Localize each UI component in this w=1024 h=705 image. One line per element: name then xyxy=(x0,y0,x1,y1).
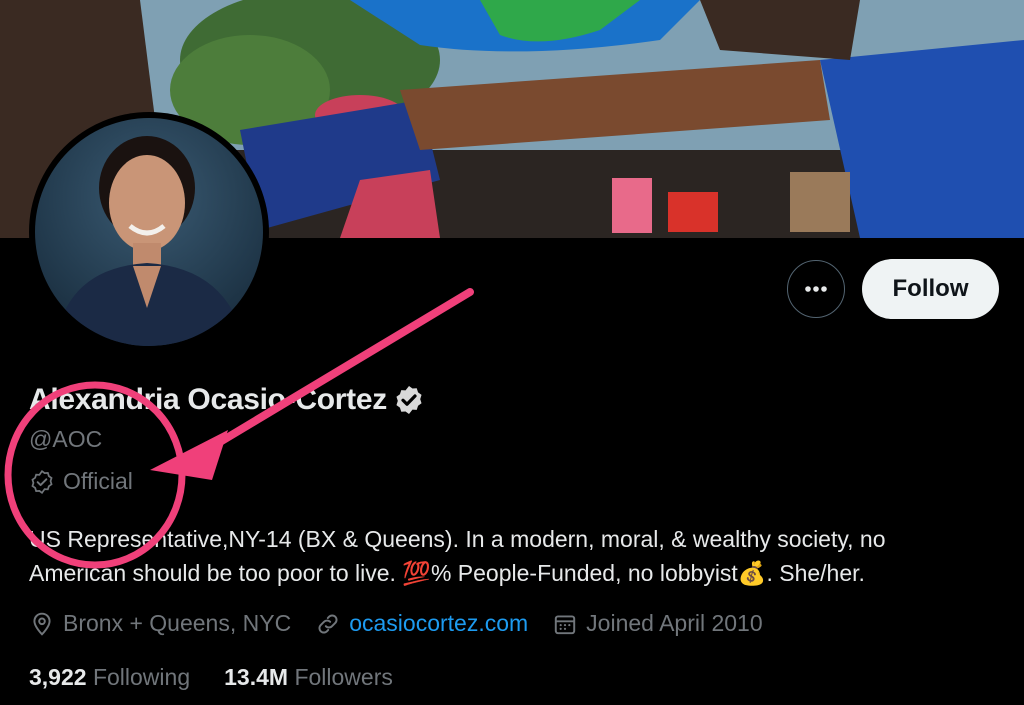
website-item[interactable]: ocasiocortez.com xyxy=(315,610,528,637)
joined-item: Joined April 2010 xyxy=(552,610,763,637)
avatar-photo xyxy=(35,118,263,346)
location-text: Bronx + Queens, NYC xyxy=(63,610,292,636)
more-options-button[interactable] xyxy=(787,260,845,318)
official-badge-icon xyxy=(31,469,53,494)
profile-handle: @AOC xyxy=(29,426,103,452)
following-stat[interactable]: 3,922 Following xyxy=(29,664,190,691)
more-horizontal-icon xyxy=(805,286,827,292)
followers-count: 13.4M xyxy=(224,664,289,690)
joined-text: Joined April 2010 xyxy=(586,610,763,636)
name-row: Alexandria Ocasio-Cortez xyxy=(29,383,425,417)
location-pin-icon xyxy=(33,612,51,636)
following-count: 3,922 xyxy=(29,664,87,690)
official-label-row[interactable]: Official xyxy=(29,468,133,495)
display-name: Alexandria Ocasio-Cortez xyxy=(29,383,387,416)
followers-label: Followers xyxy=(294,664,393,690)
profile-meta-row: Bronx + Queens, NYC ocasiocortez.com Joi… xyxy=(29,610,787,637)
follow-stats-row: 3,922 Following 13.4M Followers xyxy=(29,664,427,691)
official-label: Official xyxy=(63,468,133,494)
following-label: Following xyxy=(92,664,191,690)
link-icon xyxy=(318,614,338,633)
website-link[interactable]: ocasiocortez.com xyxy=(349,610,528,637)
annotation-arrow-shaft xyxy=(206,288,474,452)
annotation-arrow-head xyxy=(150,430,228,480)
bio-line-2: American should be too poor to live. 💯% … xyxy=(29,560,865,586)
verified-badge-icon[interactable] xyxy=(393,384,425,416)
profile-avatar[interactable] xyxy=(29,112,269,352)
followers-stat[interactable]: 13.4M Followers xyxy=(224,664,393,691)
bio-line-1: US Representative,NY-14 (BX & Queens). I… xyxy=(29,526,886,552)
location-item: Bronx + Queens, NYC xyxy=(29,610,291,637)
follow-button[interactable]: Follow xyxy=(862,259,999,319)
profile-bio: US Representative,NY-14 (BX & Queens). I… xyxy=(29,522,1004,590)
calendar-icon xyxy=(554,614,576,634)
